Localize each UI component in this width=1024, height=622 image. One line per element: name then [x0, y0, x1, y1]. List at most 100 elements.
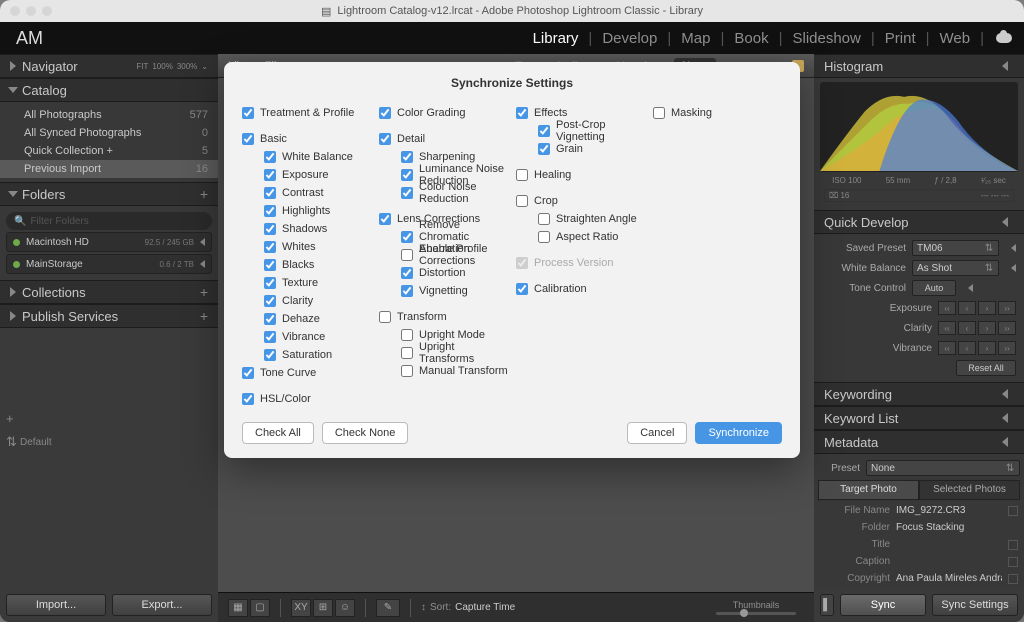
metadata-preset-dropdown[interactable]: None⇅	[866, 460, 1020, 476]
loupe-view-button[interactable]: ▢	[250, 599, 270, 617]
module-map[interactable]: Map	[675, 30, 716, 47]
close-icon[interactable]	[10, 6, 20, 16]
sync-option[interactable]: Clarity	[242, 292, 371, 310]
sync-option[interactable]: Treatment & Profile	[242, 104, 371, 122]
sync-option[interactable]: Saturation	[242, 346, 371, 364]
disk-item[interactable]: MainStorage0.6 / 2 TB	[6, 254, 212, 274]
sort-value[interactable]: Capture Time	[455, 602, 515, 613]
grid-view-button[interactable]: ▦	[228, 599, 248, 617]
metadata-row: Caption	[814, 553, 1024, 570]
quick-develop-header[interactable]: Quick Develop	[814, 210, 1024, 234]
metadata-header[interactable]: MetadataDefault⇅	[814, 430, 1024, 454]
cloud-icon[interactable]	[996, 33, 1012, 43]
sync-option[interactable]: Color Grading	[379, 104, 508, 122]
compare-view-button[interactable]: XY	[291, 599, 311, 617]
sync-option[interactable]: Crop	[516, 192, 645, 210]
tab-target-photo[interactable]: Target Photo	[818, 480, 919, 500]
titlebar: ▤Lightroom Catalog-v12.lrcat - Adobe Pho…	[0, 0, 1024, 22]
sync-option[interactable]: Vignetting	[379, 282, 508, 300]
maximize-icon[interactable]	[42, 6, 52, 16]
sync-option[interactable]: Basic	[242, 130, 371, 148]
sync-option[interactable]: Tone Curve	[242, 364, 371, 382]
histogram-header[interactable]: Histogram	[814, 54, 1024, 78]
tab-selected-photos[interactable]: Selected Photos	[919, 480, 1020, 500]
thumbnail-size-slider[interactable]: Thumbnails	[716, 600, 796, 615]
folders-header[interactable]: Folders+	[0, 182, 218, 206]
sync-option[interactable]: Healing	[516, 166, 645, 184]
keyword-list-header[interactable]: Keyword List+	[814, 406, 1024, 430]
synchronize-settings-dialog: Synchronize Settings Treatment & Profile…	[224, 62, 800, 458]
catalog-item[interactable]: All Synced Photographs0	[0, 124, 218, 142]
white-balance-dropdown[interactable]: As Shot⇅	[912, 260, 999, 276]
sync-option[interactable]: Shadows	[242, 220, 371, 238]
publish-header[interactable]: Publish Services+	[0, 304, 218, 328]
module-print[interactable]: Print	[879, 30, 922, 47]
metadata-row: Title	[814, 536, 1024, 553]
metadata-row: FolderFocus Stacking	[814, 519, 1024, 536]
sync-option[interactable]: Post-Crop Vignetting	[516, 122, 645, 140]
synchronize-button[interactable]: Synchronize	[695, 422, 782, 444]
sync-option[interactable]: HSL/Color	[242, 390, 371, 408]
module-slideshow[interactable]: Slideshow	[786, 30, 866, 47]
catalog-item[interactable]: Quick Collection +5	[0, 142, 218, 160]
sync-option[interactable]: Transform	[379, 308, 508, 326]
sync-option[interactable]: Dehaze	[242, 310, 371, 328]
check-all-button[interactable]: Check All	[242, 422, 314, 444]
sync-option[interactable]: Straighten Angle	[516, 210, 645, 228]
sync-button[interactable]: Sync	[840, 594, 926, 616]
bottom-toolbar: ▦ ▢ XY ⊞ ☺ ✎ ↕ Sort: Capture Time	[218, 592, 814, 622]
module-library[interactable]: Library	[527, 30, 585, 47]
catalog-item[interactable]: All Photographs577	[0, 106, 218, 124]
sync-option[interactable]: Vibrance	[242, 328, 371, 346]
sync-option[interactable]: Color Noise Reduction	[379, 184, 508, 202]
sync-option[interactable]: Masking	[653, 104, 782, 122]
module-picker: Library| Develop| Map| Book| Slideshow| …	[527, 30, 1012, 47]
keywording-header[interactable]: Keywording	[814, 382, 1024, 406]
sync-option[interactable]: Texture	[242, 274, 371, 292]
navigator-header[interactable]: Navigator FIT100%300%⌄	[0, 54, 218, 78]
sync-option[interactable]: Contrast	[242, 184, 371, 202]
saved-preset-dropdown[interactable]: TM06⇅	[912, 240, 999, 256]
edit-icon[interactable]	[1008, 557, 1018, 567]
export-button[interactable]: Export...	[112, 594, 212, 616]
sync-option[interactable]: Aspect Ratio	[516, 228, 645, 246]
sync-option[interactable]: Blacks	[242, 256, 371, 274]
survey-view-button[interactable]: ⊞	[313, 599, 333, 617]
edit-icon[interactable]	[1008, 540, 1018, 550]
metadata-row: File NameIMG_9272.CR3	[814, 502, 1024, 519]
sort-direction-icon[interactable]: ↕	[421, 602, 426, 613]
module-develop[interactable]: Develop	[596, 30, 663, 47]
metadata-row: CopyrightAna Paula Mireles Andrade	[814, 570, 1024, 587]
sync-option[interactable]: Highlights	[242, 202, 371, 220]
people-view-button[interactable]: ☺	[335, 599, 355, 617]
cancel-button[interactable]: Cancel	[627, 422, 687, 444]
sync-option[interactable]: Detail	[379, 130, 508, 148]
edit-icon[interactable]	[1008, 574, 1018, 584]
import-button[interactable]: Import...	[6, 594, 106, 616]
sync-option[interactable]: Upright Transforms	[379, 344, 508, 362]
dialog-title: Synchronize Settings	[242, 76, 782, 90]
sync-option[interactable]: Calibration	[516, 280, 645, 298]
reset-all-button[interactable]: Reset All	[956, 360, 1016, 376]
module-book[interactable]: Book	[728, 30, 774, 47]
sync-settings-button[interactable]: Sync Settings	[932, 594, 1018, 616]
sync-option[interactable]: Whites	[242, 238, 371, 256]
sync-option[interactable]: White Balance	[242, 148, 371, 166]
histogram[interactable]	[820, 82, 1018, 172]
folder-filter-input[interactable]: 🔍 Filter Folders	[6, 212, 212, 230]
identity-plate[interactable]: AM	[16, 28, 43, 49]
painter-icon[interactable]: ✎	[376, 599, 400, 617]
module-web[interactable]: Web	[934, 30, 977, 47]
sync-option[interactable]: Manual Transform	[379, 362, 508, 380]
check-none-button[interactable]: Check None	[322, 422, 409, 444]
catalog-item[interactable]: Previous Import16	[0, 160, 218, 178]
edit-icon[interactable]	[1008, 506, 1018, 516]
sync-option[interactable]: Exposure	[242, 166, 371, 184]
minimize-icon[interactable]	[26, 6, 36, 16]
sync-option[interactable]: Enable Profile Corrections	[379, 246, 508, 264]
collections-header[interactable]: Collections+	[0, 280, 218, 304]
auto-tone-button[interactable]: Auto	[912, 280, 956, 296]
disk-item[interactable]: Macintosh HD92.5 / 245 GB	[6, 232, 212, 252]
sync-toggle-icon[interactable]: ▌	[820, 594, 834, 616]
catalog-header[interactable]: Catalog	[0, 78, 218, 102]
